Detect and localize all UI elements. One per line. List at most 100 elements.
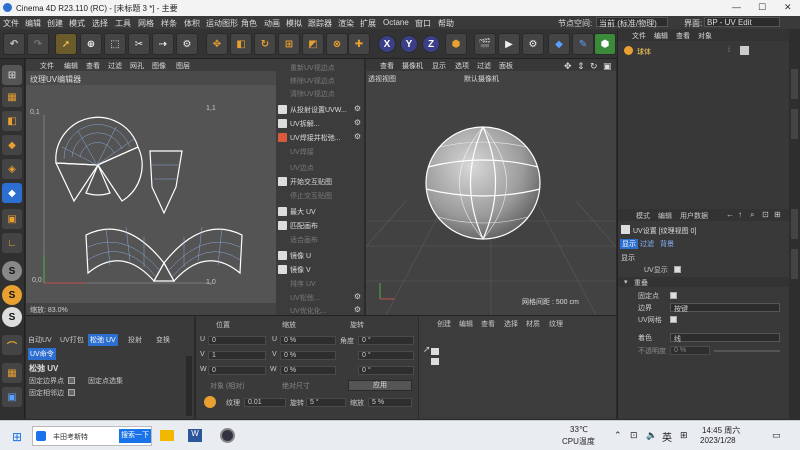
uv-menu-filter[interactable]: 过滤	[108, 61, 122, 71]
pos-u-field[interactable]: 0	[208, 336, 266, 345]
coord-size-select[interactable]: 绝对尺寸	[282, 381, 310, 391]
obj-menu-object[interactable]: 对象	[698, 31, 712, 41]
obj-menu-file[interactable]: 文件	[632, 31, 646, 41]
uv-points-icon[interactable]: ▣	[2, 209, 22, 229]
side-tab-layers[interactable]	[791, 249, 798, 279]
uv-cmd-15[interactable]: 排序 UV	[276, 277, 364, 290]
network-icon[interactable]: ⊡	[630, 430, 638, 441]
fixed-point-checkbox[interactable]	[670, 292, 677, 299]
lock-icon[interactable]: ▣	[2, 387, 22, 407]
rot-w-field[interactable]: 0 °	[358, 366, 414, 375]
vp-menu-view[interactable]: 查看	[380, 61, 394, 71]
quantize-icon[interactable]: S	[2, 307, 22, 327]
settings-gear-icon[interactable]: ⚙	[354, 305, 361, 314]
coordinate-system-icon[interactable]: ⬢	[445, 33, 467, 55]
obj-menu-edit[interactable]: 编辑	[654, 31, 668, 41]
cut-edges-checkbox[interactable]	[68, 389, 75, 396]
rot-angle-field[interactable]: 0 °	[358, 336, 414, 345]
mat-menu-view[interactable]: 查看	[481, 319, 495, 329]
interface-select[interactable]: BP - UV Edit	[704, 17, 780, 27]
volume-icon[interactable]: 🔈	[646, 430, 657, 441]
tab-auto-uv[interactable]: 自动UV	[28, 335, 52, 345]
obj-menu-view[interactable]: 查看	[676, 31, 690, 41]
uv-cmd-0[interactable]: 重新UV视边点	[276, 61, 364, 74]
up-arrow-icon[interactable]: ↑	[738, 210, 742, 219]
menu-select[interactable]: 选择	[92, 18, 108, 29]
undo-icon[interactable]: ↶	[3, 33, 25, 55]
vp-menu-panel[interactable]: 面板	[499, 61, 513, 71]
uv-menu-view[interactable]: 查看	[86, 61, 100, 71]
workplane-icon[interactable]: ◧	[2, 111, 22, 131]
move-tool-icon[interactable]: ✥	[206, 33, 228, 55]
settings-gear-icon[interactable]: ⚙	[354, 118, 361, 127]
tab-uv-pack[interactable]: UV打包	[60, 335, 84, 345]
recent-tool-icon[interactable]: ◩	[302, 33, 324, 55]
object-visibility-icon[interactable]: ⁞	[728, 47, 730, 54]
snap-icon[interactable]: S	[2, 261, 22, 281]
attr-tab-display[interactable]: 显示	[620, 239, 638, 249]
menu-tracker[interactable]: 跟踪器	[308, 18, 332, 29]
select-tool-icon[interactable]: ➚	[55, 33, 77, 55]
chevron-up-icon[interactable]: ⌃	[614, 430, 622, 441]
scale-v-field[interactable]: 0 %	[280, 351, 336, 360]
attr-menu-userdata[interactable]: 用户数据	[680, 211, 708, 221]
uv-cmd-9[interactable]: 停止交互贴图	[276, 189, 364, 202]
word-icon[interactable]: W	[188, 429, 202, 442]
y-axis-lock[interactable]: Y	[400, 35, 418, 53]
render-picture-viewer-icon[interactable]: ▶	[498, 33, 520, 55]
menu-animation[interactable]: 动画	[264, 18, 280, 29]
attr-menu-mode[interactable]: 模式	[636, 211, 650, 221]
color-select[interactable]: 线	[670, 333, 780, 343]
overlap-group-header[interactable]: ▾ 重叠	[618, 277, 790, 287]
back-arrow-icon[interactable]: ←	[726, 210, 734, 219]
redo-icon[interactable]: ↷	[27, 33, 49, 55]
menu-create[interactable]: 创建	[47, 18, 63, 29]
uv-menu-file[interactable]: 文件	[40, 61, 54, 71]
panel-scrollbar[interactable]	[186, 356, 192, 416]
material-swatch-1[interactable]	[431, 348, 439, 355]
uv-cmd-3[interactable]: 从投射设置UVW... ⚙	[276, 103, 364, 116]
close-button[interactable]: ✕	[784, 2, 792, 13]
mat-menu-edit[interactable]: 编辑	[459, 319, 473, 329]
checker-icon[interactable]: ▦	[2, 363, 22, 383]
snap-tool-icon[interactable]: ⊗	[326, 33, 348, 55]
opacity-slider[interactable]	[714, 350, 780, 352]
uv-canvas[interactable]: 0,1 1,1 0,0 1,0	[26, 85, 276, 303]
rotate-field[interactable]: 5 °	[306, 398, 346, 407]
uv-menu-mesh[interactable]: 网孔	[130, 61, 144, 71]
vp-menu-filter[interactable]: 过滤	[477, 61, 491, 71]
viewport-scene[interactable]: 透视视图 默认摄像机 网格间距: 500 cm	[366, 71, 616, 315]
attr-tab-filter[interactable]: 过滤	[640, 239, 654, 249]
menu-mesh[interactable]: 网格	[138, 18, 154, 29]
apply-button[interactable]: 应用	[348, 380, 412, 391]
pin-border-checkbox[interactable]	[68, 377, 75, 384]
rot-v-field[interactable]: 0 °	[358, 351, 414, 360]
pos-w-field[interactable]: 0	[208, 366, 266, 375]
uv-cmd-13[interactable]: 镜像 U	[276, 249, 364, 262]
side-tab-objects[interactable]	[791, 69, 798, 99]
uv-cmd-11[interactable]: 匹配画布	[276, 219, 364, 232]
tab-relax-uv[interactable]: 松弛 UV	[88, 334, 118, 346]
menu-render[interactable]: 渲染	[338, 18, 354, 29]
vp-menu-camera[interactable]: 摄像机	[402, 61, 423, 71]
material-swatch-2[interactable]	[431, 358, 439, 365]
magnet-icon[interactable]: ⌒	[2, 335, 22, 355]
tab-transform[interactable]: 变换	[156, 335, 170, 345]
menu-file[interactable]: 文件	[3, 18, 19, 29]
opacity-field[interactable]: 0 %	[670, 346, 710, 355]
file-explorer-icon[interactable]	[160, 430, 174, 441]
menu-tools[interactable]: 工具	[115, 18, 131, 29]
mat-menu-select[interactable]: 选择	[504, 319, 518, 329]
live-select-icon[interactable]: ⊕	[80, 33, 102, 55]
menu-window[interactable]: 窗口	[415, 18, 431, 29]
object-row-sphere[interactable]: 球体 ⁞	[618, 45, 790, 57]
menu-spline[interactable]: 样条	[161, 18, 177, 29]
tab-uv-commands[interactable]: UV命令	[28, 348, 56, 360]
make-editable-icon[interactable]: ⊞	[2, 65, 22, 85]
settings-gear-icon[interactable]: ⚙	[354, 292, 361, 301]
vp-menu-options[interactable]: 选项	[455, 61, 469, 71]
minimize-button[interactable]: —	[732, 2, 741, 12]
uv-display-checkbox[interactable]	[674, 266, 681, 273]
render-settings-icon[interactable]: ⚙	[522, 33, 544, 55]
points-mode-icon[interactable]: ◆	[2, 135, 22, 155]
